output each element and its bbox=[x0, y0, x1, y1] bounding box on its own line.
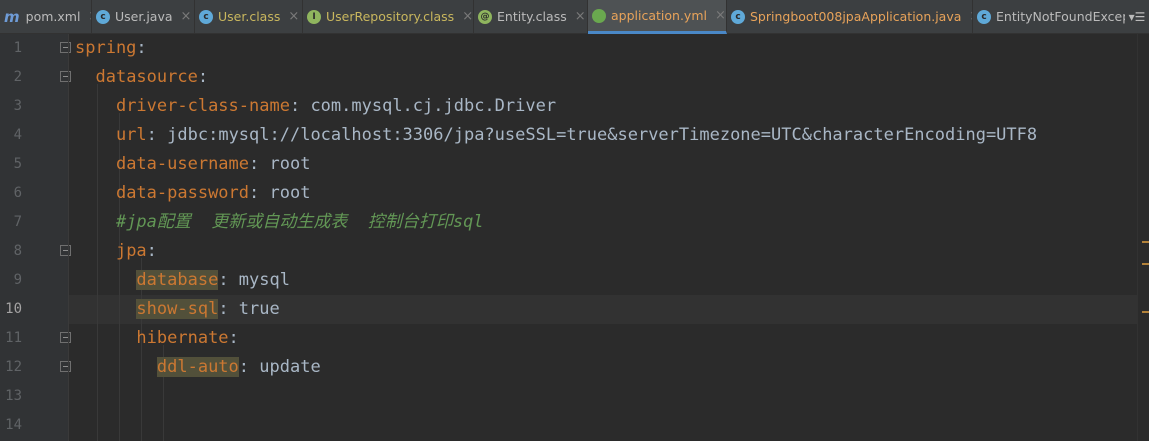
code-line-9: database: mysql bbox=[75, 266, 290, 295]
yaml-key-highlighted: show-sql bbox=[136, 299, 219, 319]
line-number: 7 bbox=[13, 214, 22, 230]
yaml-key: datasource bbox=[95, 67, 198, 87]
tab-label: UserRepository.class bbox=[326, 9, 455, 24]
tab-entity-not-found-exception[interactable]: c EntityNotFoundExcep bbox=[973, 0, 1125, 33]
line-number: 13 bbox=[5, 388, 22, 404]
code-line-12: ddl-auto: update bbox=[75, 353, 321, 382]
tab-user-repository-class[interactable]: I UserRepository.class × bbox=[303, 0, 474, 33]
tab-label: User.java bbox=[115, 9, 173, 24]
yaml-separator: : bbox=[249, 183, 270, 203]
yaml-key: spring bbox=[75, 38, 137, 58]
yaml-key: url bbox=[115, 125, 147, 145]
code-line-5: data-username: root bbox=[75, 150, 311, 179]
tab-label: User.class bbox=[218, 9, 281, 24]
yaml-key: jpa bbox=[115, 241, 147, 261]
line-number: 5 bbox=[13, 156, 22, 172]
line-number: 14 bbox=[5, 417, 22, 433]
yaml-value: com.mysql.cj.jdbc.Driver bbox=[310, 96, 557, 116]
line-number: 9 bbox=[13, 272, 22, 288]
editor-tab-bar: m pom.xml × c User.java × c User.class ×… bbox=[0, 0, 1149, 34]
yaml-comment: #jpa配置 更新或自动生成表 控制台打印sql bbox=[115, 212, 484, 232]
yaml-key: driver-class-name bbox=[115, 96, 290, 116]
error-stripe-scrollbar[interactable] bbox=[1137, 34, 1149, 441]
line-number: 1 bbox=[13, 40, 22, 56]
close-icon[interactable]: × bbox=[715, 8, 726, 23]
yaml-value: mysql bbox=[238, 270, 290, 290]
line-number-gutter: 1 2 3 4 5 6 7 8 9 10 11 12 13 14 bbox=[0, 34, 71, 441]
maven-icon: m bbox=[4, 7, 20, 26]
yaml-colon: : bbox=[136, 38, 147, 58]
code-line-8: jpa: bbox=[75, 237, 157, 266]
code-line-11: hibernate: bbox=[75, 324, 239, 353]
yaml-separator: : bbox=[249, 154, 270, 174]
warning-marker[interactable] bbox=[1142, 311, 1149, 313]
code-line-4: url: jdbc:mysql://localhost:3306/jpa?use… bbox=[75, 121, 1037, 150]
code-line-1: spring: bbox=[75, 34, 147, 63]
yaml-separator: : bbox=[238, 357, 260, 377]
spring-class-icon: c bbox=[731, 9, 745, 24]
warning-marker[interactable] bbox=[1142, 263, 1149, 265]
code-line-3: driver-class-name: com.mysql.cj.jdbc.Dri… bbox=[75, 92, 556, 121]
tab-user-class[interactable]: c User.class × bbox=[195, 0, 303, 33]
tab-label: EntityNotFoundExcep bbox=[996, 9, 1125, 24]
close-icon[interactable]: × bbox=[575, 9, 586, 24]
code-line-2: datasource: bbox=[75, 63, 208, 92]
yaml-colon: : bbox=[197, 67, 209, 87]
class-icon: c bbox=[96, 9, 110, 24]
interface-icon: I bbox=[307, 9, 321, 24]
yaml-key: data-username bbox=[115, 154, 250, 174]
exception-class-icon: c bbox=[977, 9, 991, 24]
yaml-separator: : bbox=[218, 299, 239, 319]
yaml-value: root bbox=[269, 154, 311, 174]
yaml-separator: : bbox=[146, 125, 168, 145]
yaml-colon: : bbox=[146, 241, 157, 261]
line-number: 8 bbox=[13, 243, 22, 259]
tab-pom-xml[interactable]: m pom.xml × bbox=[0, 0, 92, 33]
yaml-value: true bbox=[238, 299, 280, 319]
yaml-value: jdbc:mysql://localhost:3306/jpa?useSSL=t… bbox=[167, 125, 1038, 145]
code-line-7: #jpa配置 更新或自动生成表 控制台打印sql bbox=[75, 208, 484, 237]
class-icon: c bbox=[199, 9, 213, 24]
line-number: 4 bbox=[13, 127, 22, 143]
yaml-value: update bbox=[259, 357, 321, 377]
yaml-key-highlighted: ddl-auto bbox=[156, 357, 239, 377]
close-icon[interactable]: × bbox=[181, 9, 192, 24]
tab-label: Springboot008jpaApplication.java bbox=[750, 9, 962, 24]
tab-user-java[interactable]: c User.java × bbox=[92, 0, 195, 33]
tab-entity-class[interactable]: @ Entity.class × bbox=[474, 0, 588, 33]
yaml-key: data-password bbox=[115, 183, 250, 203]
code-line-10: show-sql: true bbox=[75, 295, 280, 324]
close-icon[interactable]: × bbox=[462, 9, 473, 24]
tab-label: pom.xml bbox=[25, 9, 81, 24]
yaml-separator: : bbox=[218, 270, 239, 290]
line-number: 12 bbox=[5, 359, 22, 375]
line-number: 11 bbox=[5, 330, 22, 346]
yaml-value: root bbox=[269, 183, 311, 203]
tab-springboot-application-java[interactable]: c Springboot008jpaApplication.java × bbox=[727, 0, 973, 33]
spring-yml-icon: ● bbox=[592, 8, 606, 23]
line-number: 2 bbox=[13, 69, 22, 85]
line-number: 6 bbox=[13, 185, 22, 201]
annotation-icon: @ bbox=[478, 9, 492, 24]
yaml-colon: : bbox=[228, 328, 239, 348]
code-editor[interactable]: spring: datasource: driver-class-name: c… bbox=[69, 34, 1137, 441]
yaml-key: hibernate bbox=[136, 328, 229, 348]
close-icon[interactable]: × bbox=[288, 9, 299, 24]
tab-application-yml[interactable]: ● application.yml × bbox=[588, 0, 727, 34]
yaml-separator: : bbox=[289, 96, 311, 116]
line-number-current: 10 bbox=[5, 301, 22, 317]
code-line-6: data-password: root bbox=[75, 179, 311, 208]
tab-label: application.yml bbox=[611, 8, 707, 23]
warning-marker[interactable] bbox=[1142, 241, 1149, 243]
yaml-key-highlighted: database bbox=[136, 270, 219, 290]
tab-label: Entity.class bbox=[497, 9, 567, 24]
line-number: 3 bbox=[13, 98, 22, 114]
tab-overflow-menu-icon[interactable]: ▾☰ bbox=[1125, 0, 1149, 33]
